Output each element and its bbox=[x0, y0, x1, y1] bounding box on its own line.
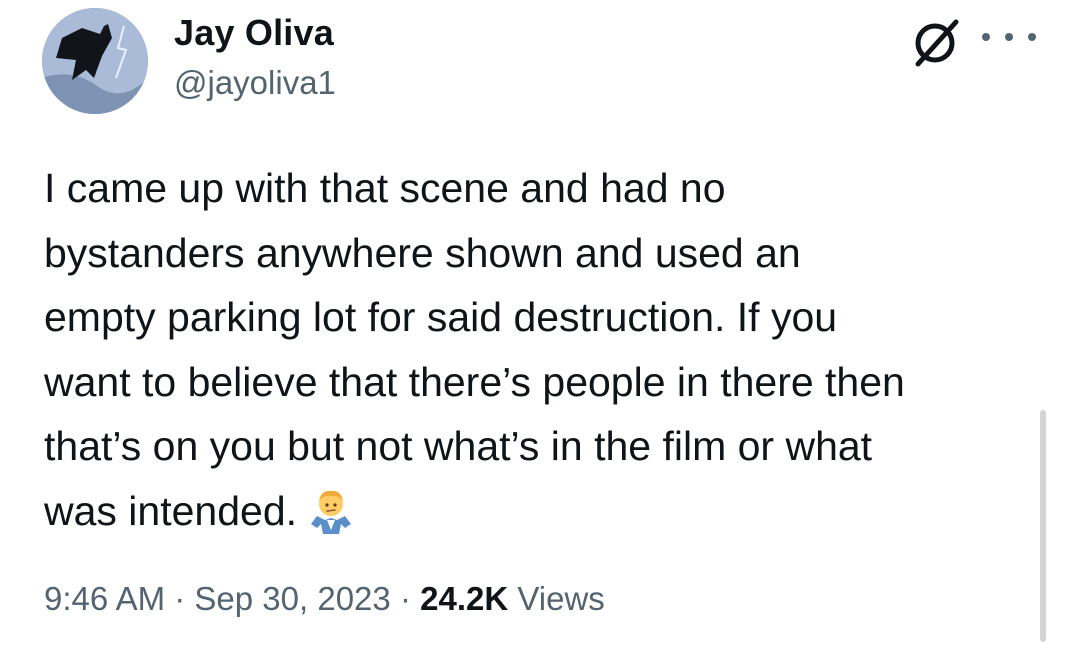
author-avatar[interactable] bbox=[42, 8, 148, 114]
meta-separator: · bbox=[399, 580, 411, 617]
meta-separator: · bbox=[174, 580, 186, 617]
tweet: Jay Oliva @jayoliva1 I came up with that… bbox=[0, 0, 1078, 672]
tweet-line: want to believe that there’s people in t… bbox=[44, 358, 905, 405]
author-display-name[interactable]: Jay Oliva bbox=[174, 12, 334, 54]
tweet-line: I came up with that scene and had no bbox=[44, 165, 726, 211]
dot bbox=[1005, 33, 1013, 41]
scrollbar[interactable] bbox=[1040, 410, 1046, 642]
tweet-time[interactable]: 9:46 AM bbox=[44, 580, 165, 617]
tweet-line: that’s on you but not what’s in the film… bbox=[44, 423, 873, 469]
tweet-text: I came up with that scene and had no bys… bbox=[44, 156, 1044, 543]
more-dots-icon[interactable] bbox=[982, 22, 1036, 52]
slashed-circle-icon[interactable] bbox=[908, 14, 964, 70]
tweet-line-text: was intended. bbox=[44, 487, 298, 534]
man-shrugging-emoji-icon bbox=[311, 490, 352, 534]
author-handle[interactable]: @jayoliva1 bbox=[174, 64, 336, 102]
tweet-line: empty parking lot for said destruction. … bbox=[44, 294, 838, 340]
tweet-meta: 9:46 AM · Sep 30, 2023 · 24.2K Views bbox=[44, 580, 605, 618]
batman-leaping-avatar-icon bbox=[42, 8, 148, 114]
tweet-last-line: was intended. bbox=[44, 479, 1044, 544]
views-count: 24.2K bbox=[420, 580, 509, 617]
tweet-line: bystanders anywhere shown and used an bbox=[44, 229, 801, 276]
views-label: Views bbox=[517, 580, 605, 617]
dot bbox=[1028, 33, 1036, 41]
tweet-date[interactable]: Sep 30, 2023 bbox=[194, 580, 390, 617]
dot bbox=[982, 33, 990, 41]
